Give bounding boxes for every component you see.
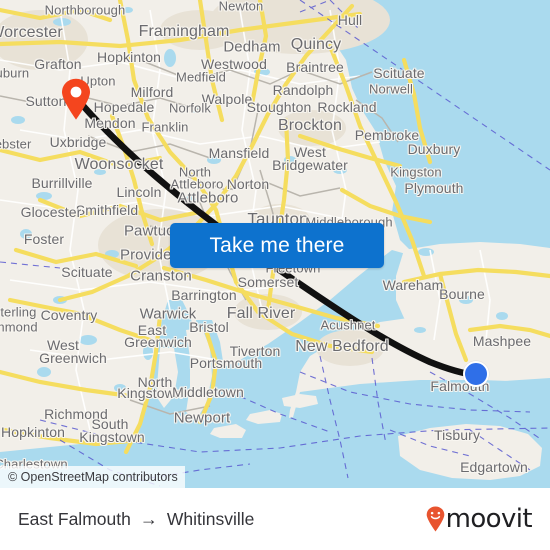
route-destination-label: Whitinsville [166,508,255,529]
destination-pin-icon[interactable] [61,78,91,120]
moovit-trip-map-card: NorthboroughNewtonHullWorcesterFramingha… [0,0,550,550]
route-origin-label: East Falmouth [18,508,131,529]
osm-attribution[interactable]: © OpenStreetMap contributors [0,466,185,488]
moovit-pin-icon [426,506,445,532]
footer-bar: East Falmouth → Whitinsville moovit [0,488,550,550]
moovit-wordmark: moovit [445,504,533,534]
map-canvas[interactable]: NorthboroughNewtonHullWorcesterFramingha… [0,0,550,488]
take-me-there-button[interactable]: Take me there [170,223,384,268]
moovit-logo[interactable]: moovit [426,504,533,534]
origin-marker-dot[interactable] [463,361,489,387]
arrow-right-icon: → [139,509,158,529]
route-summary: East Falmouth → Whitinsville [18,509,254,530]
